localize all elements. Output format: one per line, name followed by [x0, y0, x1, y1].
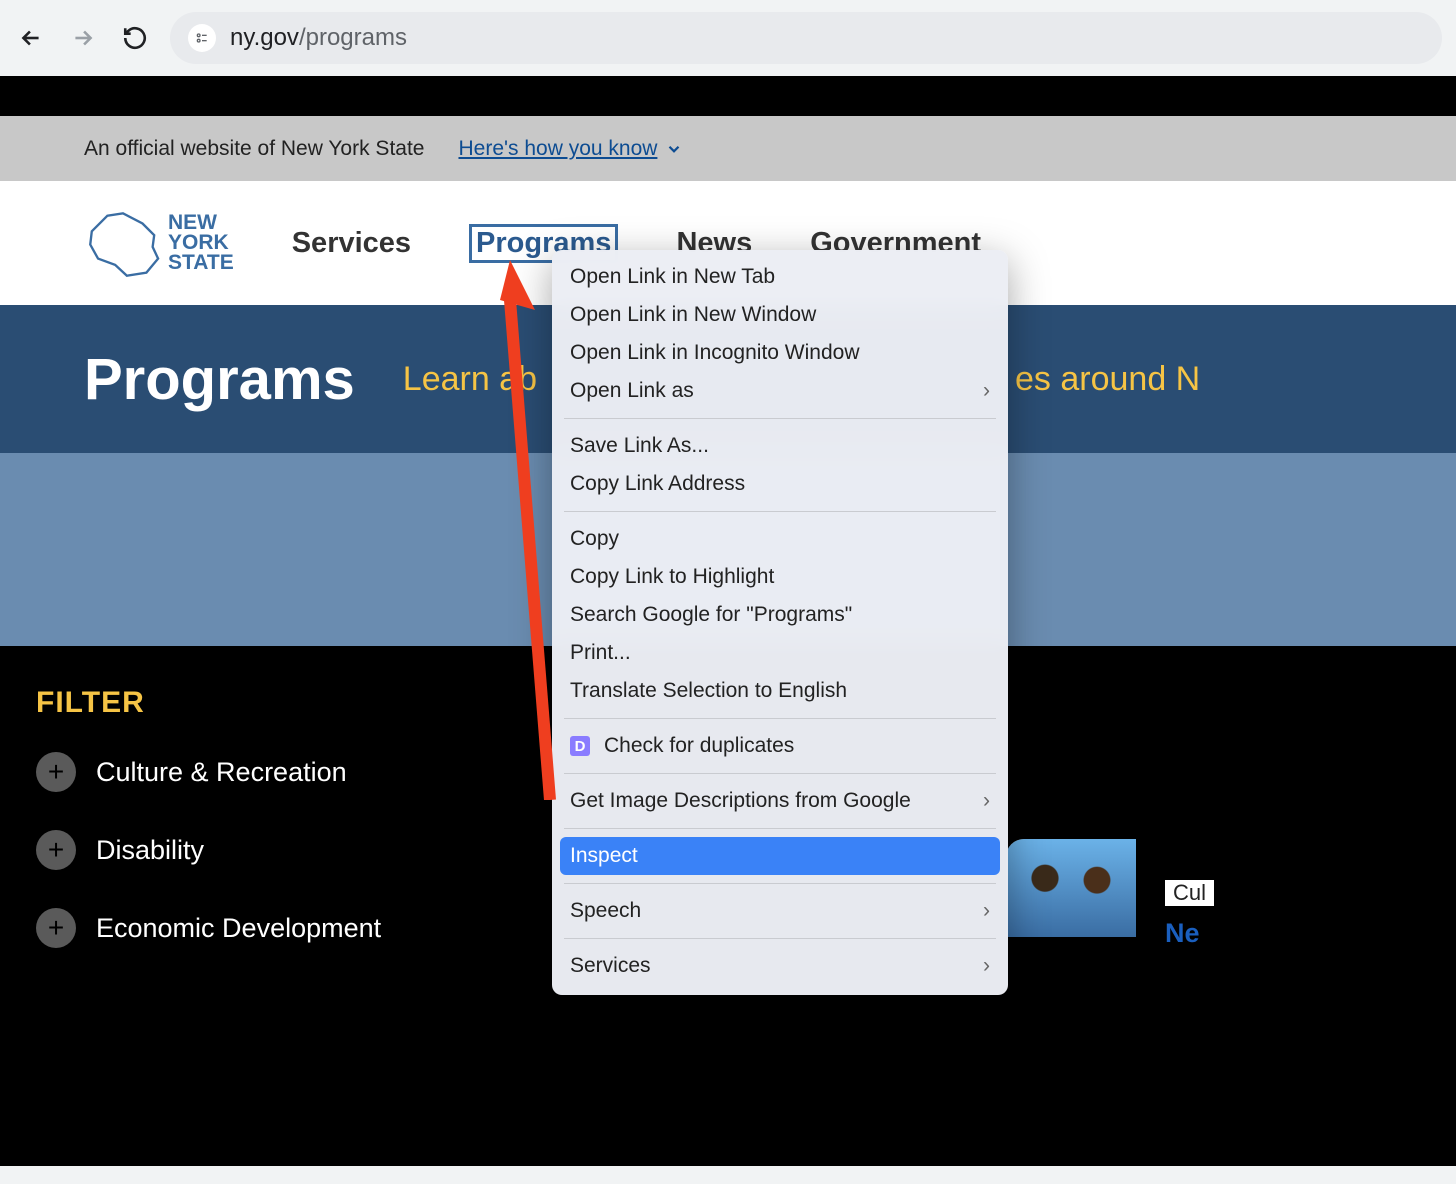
official-banner: An official website of New York State He… [0, 116, 1456, 181]
menu-services[interactable]: Services › [552, 947, 1008, 985]
menu-open-new-tab[interactable]: Open Link in New Tab [552, 258, 1008, 296]
menu-label: Services [570, 954, 651, 978]
menu-speech[interactable]: Speech › [552, 892, 1008, 930]
menu-separator [564, 938, 996, 939]
menu-label: Print... [570, 641, 631, 665]
forward-button[interactable] [66, 21, 100, 55]
menu-inspect[interactable]: Inspect [560, 837, 1000, 875]
nys-logo[interactable]: NEW YORK STATE [84, 198, 234, 288]
menu-open-new-window[interactable]: Open Link in New Window [552, 296, 1008, 334]
site-info-icon[interactable] [188, 24, 216, 52]
plus-icon: + [36, 830, 76, 870]
chevron-right-icon: › [983, 789, 990, 813]
url-domain: ny.gov [230, 24, 299, 51]
menu-copy-highlight[interactable]: Copy Link to Highlight [552, 558, 1008, 596]
context-menu: Open Link in New Tab Open Link in New Wi… [552, 250, 1008, 995]
menu-separator [564, 418, 996, 419]
reload-icon [122, 25, 148, 51]
menu-label: Translate Selection to English [570, 679, 847, 703]
menu-separator [564, 773, 996, 774]
menu-print[interactable]: Print... [552, 634, 1008, 672]
logo-text-l1: NEW [168, 213, 234, 233]
menu-image-descriptions[interactable]: Get Image Descriptions from Google › [552, 782, 1008, 820]
menu-search-google[interactable]: Search Google for "Programs" [552, 596, 1008, 634]
arrow-right-icon [70, 25, 96, 51]
menu-separator [564, 828, 996, 829]
how-you-know-link[interactable]: Here's how you know [458, 137, 683, 161]
official-text: An official website of New York State [84, 137, 424, 161]
menu-label: Save Link As... [570, 434, 709, 458]
plus-icon: + [36, 908, 76, 948]
menu-label: Copy [570, 527, 619, 551]
url-text: ny.gov/programs [230, 24, 407, 52]
menu-label: Open Link as [570, 379, 694, 403]
card-category: Cul [1165, 880, 1214, 906]
menu-label: Open Link in New Window [570, 303, 816, 327]
menu-copy-address[interactable]: Copy Link Address [552, 465, 1008, 503]
arrow-left-icon [18, 25, 44, 51]
menu-label: Check for duplicates [604, 734, 794, 758]
menu-copy[interactable]: Copy [552, 520, 1008, 558]
menu-open-link-as[interactable]: Open Link as › [552, 372, 1008, 410]
menu-label: Speech [570, 899, 641, 923]
menu-open-incognito[interactable]: Open Link in Incognito Window [552, 334, 1008, 372]
menu-save-link-as[interactable]: Save Link As... [552, 427, 1008, 465]
reload-button[interactable] [118, 21, 152, 55]
menu-check-duplicates[interactable]: D Check for duplicates [552, 727, 1008, 765]
url-path: /programs [299, 24, 407, 51]
menu-separator [564, 511, 996, 512]
nys-state-outline-icon [84, 198, 162, 288]
browser-toolbar: ny.gov/programs [0, 0, 1456, 76]
chevron-right-icon: › [983, 899, 990, 923]
card-photo [1006, 839, 1136, 937]
hero-tagline-right: es around N [1015, 360, 1200, 399]
menu-label: Copy Link to Highlight [570, 565, 774, 589]
plus-icon: + [36, 752, 76, 792]
logo-text-l2: YORK [168, 233, 234, 253]
duplicate-d-icon: D [570, 736, 590, 756]
menu-label: Copy Link Address [570, 472, 745, 496]
menu-label: Open Link in Incognito Window [570, 341, 860, 365]
filter-label: Economic Development [96, 913, 381, 944]
chevron-right-icon: › [983, 954, 990, 978]
menu-label: Search Google for "Programs" [570, 603, 852, 627]
menu-label: Open Link in New Tab [570, 265, 775, 289]
filter-label: Culture & Recreation [96, 757, 347, 788]
menu-translate[interactable]: Translate Selection to English [552, 672, 1008, 710]
chevron-right-icon: › [983, 379, 990, 403]
how-you-know-label: Here's how you know [458, 137, 657, 161]
hero-tagline-left: Learn ab [403, 360, 537, 399]
filter-label: Disability [96, 835, 204, 866]
page-title: Programs [84, 346, 355, 413]
card-headline[interactable]: Ne [1165, 918, 1200, 949]
back-button[interactable] [14, 21, 48, 55]
chevron-down-icon [665, 140, 683, 158]
menu-separator [564, 718, 996, 719]
menu-label: Inspect [570, 844, 638, 868]
top-black-strip [0, 76, 1456, 116]
address-bar[interactable]: ny.gov/programs [170, 12, 1442, 64]
menu-separator [564, 883, 996, 884]
logo-text: NEW YORK STATE [168, 213, 234, 273]
nav-services[interactable]: Services [292, 227, 411, 260]
logo-text-l3: STATE [168, 253, 234, 273]
menu-label: Get Image Descriptions from Google [570, 789, 911, 813]
